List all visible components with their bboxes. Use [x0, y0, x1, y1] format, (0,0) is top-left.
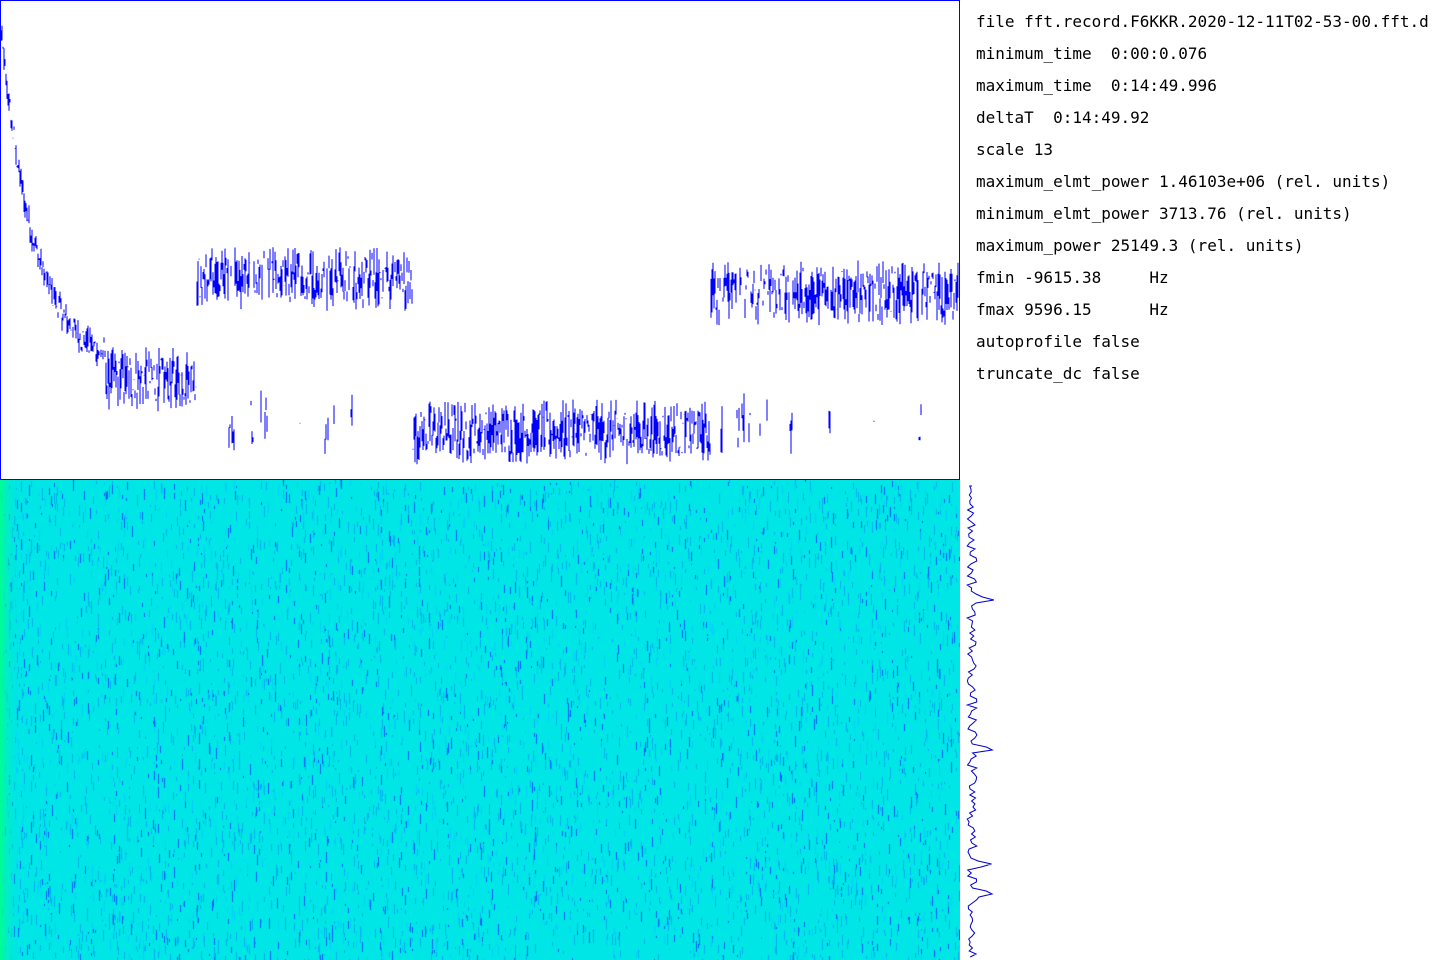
- info-min-elmt-power: minimum_elmt_power 3713.76 (rel. units): [976, 204, 1352, 223]
- info-max-elmt-power: maximum_elmt_power 1.46103e+06 (rel. uni…: [976, 172, 1391, 191]
- power-trace-line: [0, 25, 959, 465]
- info-autoprofile: autoprofile false: [976, 332, 1140, 351]
- info-fmax: fmax 9596.15 Hz: [976, 300, 1169, 319]
- info-maximum-time: maximum_time 0:14:49.996: [976, 76, 1217, 95]
- plot-frame: [0, 0, 960, 480]
- info-panel: file fft.record.F6KKR.2020-12-11T02-53-0…: [976, 12, 1440, 412]
- waterfall-spectrogram: [0, 480, 960, 960]
- info-truncate-dc: truncate_dc false: [976, 364, 1140, 383]
- info-fmin: fmin -9615.38 Hz: [976, 268, 1169, 287]
- frequency-profile-line: [965, 485, 995, 958]
- info-delta-t: deltaT 0:14:49.92: [976, 108, 1150, 127]
- frequency-profile-plot: [965, 485, 995, 958]
- info-minimum-time: minimum_time 0:00:0.076: [976, 44, 1208, 63]
- info-file: file fft.record.F6KKR.2020-12-11T02-53-0…: [976, 12, 1429, 31]
- info-max-power: maximum_power 25149.3 (rel. units): [976, 236, 1304, 255]
- info-scale: scale 13: [976, 140, 1054, 159]
- time-power-plot: [0, 0, 960, 480]
